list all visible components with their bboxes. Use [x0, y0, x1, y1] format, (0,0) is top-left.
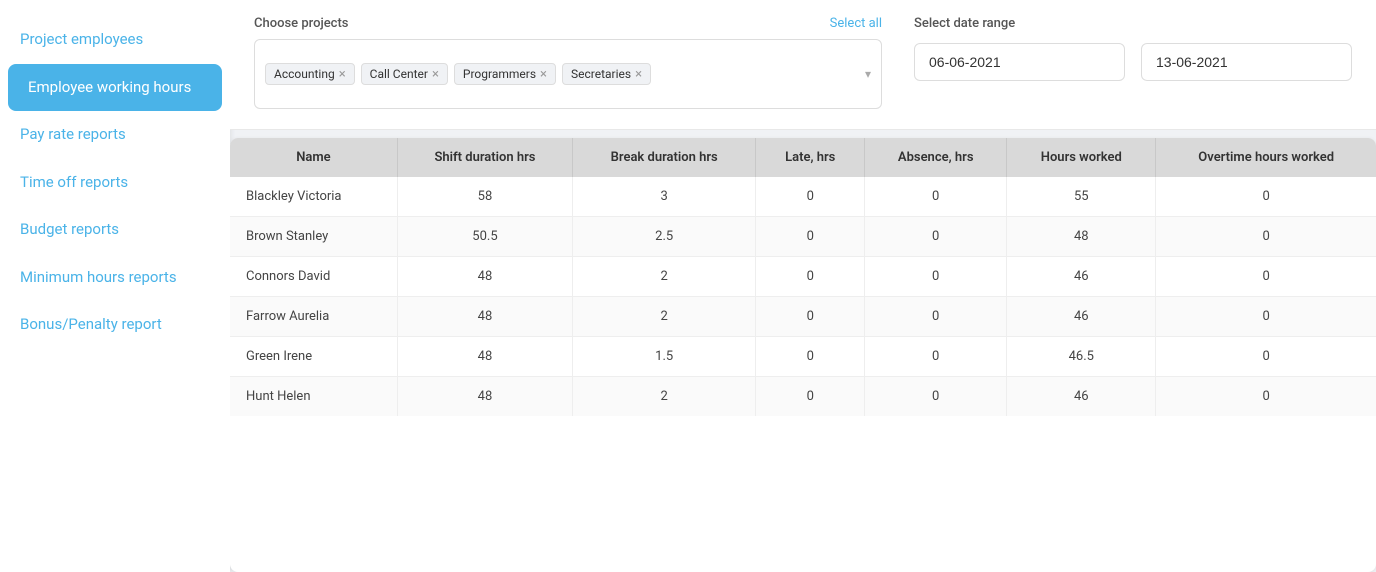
cell-value: 46 [1007, 377, 1156, 417]
tag-secretaries[interactable]: Secretaries× [562, 63, 651, 85]
cell-value: 0 [756, 257, 865, 297]
tag-call-center[interactable]: Call Center× [361, 63, 448, 85]
cell-value: 2 [573, 297, 756, 337]
cell-value: 0 [756, 177, 865, 217]
tag-programmers[interactable]: Programmers× [454, 63, 556, 85]
cell-value: 0 [865, 337, 1007, 377]
cell-value: 3 [573, 177, 756, 217]
cell-name: Hunt Helen [230, 377, 397, 417]
select-all-link[interactable]: Select all [830, 16, 882, 31]
cell-value: 0 [1156, 297, 1376, 337]
table-row: Blackley Victoria58300550 [230, 177, 1376, 217]
col-header-late-hrs: Late, hrs [756, 138, 865, 177]
col-header-shift-duration-hrs: Shift duration hrs [397, 138, 572, 177]
report-table: NameShift duration hrsBreak duration hrs… [230, 138, 1376, 416]
date-start-input[interactable] [914, 43, 1125, 81]
main-content: Choose projects Select all Accounting× Ca… [230, 0, 1376, 572]
cell-value: 0 [1156, 377, 1376, 417]
sidebar-item-project-employees[interactable]: Project employees [0, 16, 230, 64]
cell-value: 0 [865, 377, 1007, 417]
cell-value: 1.5 [573, 337, 756, 377]
cell-value: 50.5 [397, 217, 572, 257]
cell-value: 2 [573, 377, 756, 417]
col-header-break-duration-hrs: Break duration hrs [573, 138, 756, 177]
cell-name: Farrow Aurelia [230, 297, 397, 337]
sidebar-item-time-off-reports[interactable]: Time off reports [0, 159, 230, 207]
table-body: Blackley Victoria58300550Brown Stanley50… [230, 177, 1376, 416]
col-header-hours-worked: Hours worked [1007, 138, 1156, 177]
filter-panel: Choose projects Select all Accounting× Ca… [230, 0, 1376, 130]
table-row: Hunt Helen48200460 [230, 377, 1376, 417]
col-header-overtime-hours-worked: Overtime hours worked [1156, 138, 1376, 177]
table-header: NameShift duration hrsBreak duration hrs… [230, 138, 1376, 177]
table-row: Green Irene481.50046.50 [230, 337, 1376, 377]
cell-value: 2 [573, 257, 756, 297]
cell-value: 0 [1156, 257, 1376, 297]
cell-value: 0 [865, 177, 1007, 217]
sidebar-item-employee-working-hours[interactable]: Employee working hours [8, 64, 222, 112]
cell-value: 48 [1007, 217, 1156, 257]
sidebar-item-pay-rate-reports[interactable]: Pay rate reports [0, 111, 230, 159]
tag-accounting[interactable]: Accounting× [265, 63, 355, 85]
cell-value: 0 [1156, 217, 1376, 257]
choose-projects-label: Choose projects [254, 16, 349, 31]
date-end-input[interactable] [1141, 43, 1352, 81]
cell-value: 0 [756, 377, 865, 417]
cell-value: 0 [1156, 177, 1376, 217]
sidebar: Project employeesEmployee working hoursP… [0, 0, 230, 572]
cell-value: 0 [1156, 337, 1376, 377]
cell-value: 48 [397, 257, 572, 297]
sidebar-item-budget-reports[interactable]: Budget reports [0, 206, 230, 254]
col-header-absence-hrs: Absence, hrs [865, 138, 1007, 177]
date-range-row [914, 43, 1352, 81]
tag-close-icon[interactable]: × [540, 68, 547, 81]
report-table-wrapper: NameShift duration hrsBreak duration hrs… [230, 138, 1376, 572]
tags-input-container[interactable]: Accounting× Call Center× Programmers× Secre… [254, 39, 882, 109]
cell-value: 0 [865, 297, 1007, 337]
cell-value: 0 [865, 217, 1007, 257]
project-filter-group: Choose projects Select all Accounting× Ca… [254, 16, 882, 109]
cell-value: 48 [397, 337, 572, 377]
cell-value: 48 [397, 377, 572, 417]
cell-value: 0 [756, 337, 865, 377]
date-range-label: Select date range [914, 16, 1352, 31]
col-header-name: Name [230, 138, 397, 177]
date-range-group: Select date range [914, 16, 1352, 81]
table-row: Connors David48200460 [230, 257, 1376, 297]
dropdown-arrow-icon: ▾ [865, 67, 871, 81]
sidebar-item-minimum-hours-reports[interactable]: Minimum hours reports [0, 254, 230, 302]
tag-close-icon[interactable]: × [339, 68, 346, 81]
cell-name: Green Irene [230, 337, 397, 377]
cell-value: 0 [756, 217, 865, 257]
cell-value: 48 [397, 297, 572, 337]
cell-value: 0 [865, 257, 1007, 297]
table-row: Farrow Aurelia48200460 [230, 297, 1376, 337]
cell-value: 46.5 [1007, 337, 1156, 377]
table-header-row: NameShift duration hrsBreak duration hrs… [230, 138, 1376, 177]
cell-name: Brown Stanley [230, 217, 397, 257]
cell-name: Blackley Victoria [230, 177, 397, 217]
tag-close-icon[interactable]: × [432, 68, 439, 81]
cell-value: 2.5 [573, 217, 756, 257]
cell-value: 0 [756, 297, 865, 337]
cell-value: 46 [1007, 297, 1156, 337]
sidebar-item-bonus-penalty-report[interactable]: Bonus/Penalty report [0, 301, 230, 349]
cell-value: 58 [397, 177, 572, 217]
cell-value: 55 [1007, 177, 1156, 217]
cell-name: Connors David [230, 257, 397, 297]
projects-filter-label: Choose projects Select all [254, 16, 882, 31]
table-row: Brown Stanley50.52.500480 [230, 217, 1376, 257]
tag-close-icon[interactable]: × [635, 68, 642, 81]
cell-value: 46 [1007, 257, 1156, 297]
